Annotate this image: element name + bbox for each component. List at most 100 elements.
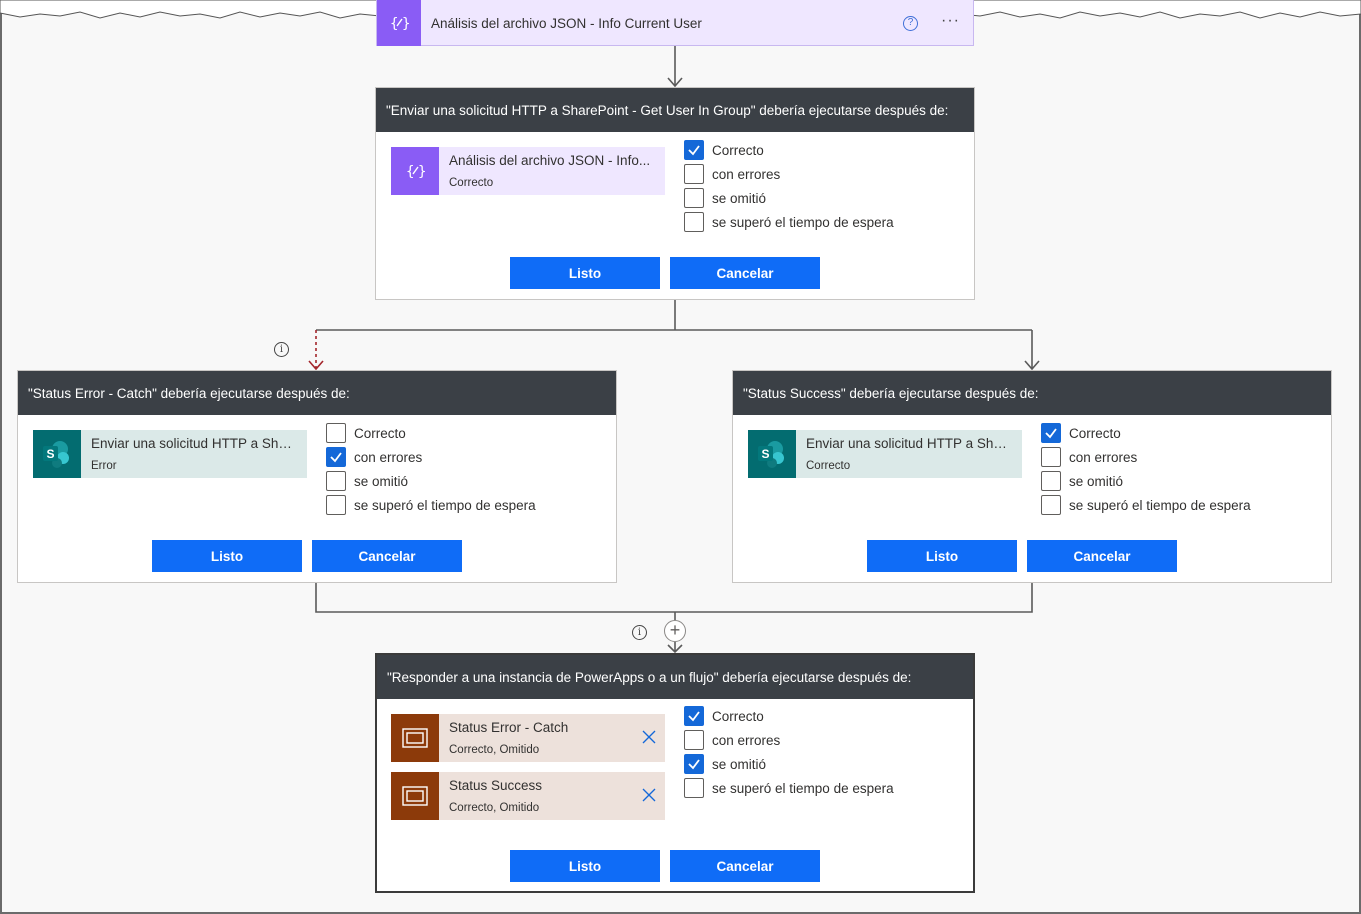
checkbox-checked[interactable]: [684, 140, 704, 160]
action-name: Status Error - Catch: [449, 720, 569, 735]
action-status: Correcto: [449, 177, 494, 189]
checkbox[interactable]: [684, 164, 704, 184]
checkbox-checked[interactable]: [326, 447, 346, 467]
checkbox[interactable]: [684, 212, 704, 232]
option-correcto[interactable]: Correcto: [684, 138, 894, 162]
run-after-card-status-success: "Status Success" debería ejecutarse desp…: [732, 370, 1332, 583]
svg-text:{: {: [390, 16, 398, 32]
done-button[interactable]: Listo: [867, 540, 1017, 572]
checkbox[interactable]: [684, 778, 704, 798]
action-status: Correcto: [806, 460, 851, 472]
option-label: se omitió: [354, 473, 409, 489]
action-name: Enviar una solicitud HTTP a Sha...: [806, 436, 1012, 451]
more-options-icon[interactable]: ···: [941, 12, 960, 30]
action-status: Correcto, Omitido: [449, 744, 540, 756]
sharepoint-icon: S: [33, 430, 81, 478]
option-tiempo-espera[interactable]: se superó el tiempo de espera: [684, 210, 894, 234]
option-label: con errores: [1069, 449, 1138, 465]
run-after-card-get-user-in-group: "Enviar una solicitud HTTP a SharePoint …: [375, 87, 975, 300]
checkbox[interactable]: [1041, 447, 1061, 467]
option-se-omitio[interactable]: se omitió: [684, 752, 894, 776]
checkbox-checked[interactable]: [1041, 423, 1061, 443]
json-parse-action-card[interactable]: {} Análisis del archivo JSON - Info Curr…: [376, 0, 974, 46]
cancel-button[interactable]: Cancelar: [670, 257, 820, 289]
close-icon[interactable]: [641, 787, 657, 803]
checkbox[interactable]: [1041, 471, 1061, 491]
add-step-icon[interactable]: +: [664, 620, 686, 642]
action-status: Correcto, Omitido: [449, 802, 540, 814]
cancel-button[interactable]: Cancelar: [1027, 540, 1177, 572]
option-se-omitio[interactable]: se omitió: [1041, 469, 1251, 493]
run-after-options: Correcto con errores se omitió se superó…: [326, 421, 536, 517]
option-label: se omitió: [712, 756, 767, 772]
option-label: con errores: [712, 732, 781, 748]
checkbox[interactable]: [326, 495, 346, 515]
option-label: se superó el tiempo de espera: [712, 780, 894, 796]
option-label: se superó el tiempo de espera: [354, 497, 536, 513]
card-header: "Enviar una solicitud HTTP a SharePoint …: [376, 88, 974, 132]
cancel-button[interactable]: Cancelar: [312, 540, 462, 572]
json-parse-icon: {}: [391, 147, 439, 195]
run-after-options: Correcto con errores se omitió se superó…: [684, 704, 894, 800]
action-name: Enviar una solicitud HTTP a Sha...: [91, 436, 297, 451]
option-tiempo-espera[interactable]: se superó el tiempo de espera: [684, 776, 894, 800]
help-icon[interactable]: ?: [903, 16, 918, 31]
option-correcto[interactable]: Correcto: [1041, 421, 1251, 445]
svg-text:}: }: [402, 16, 410, 32]
cancel-button[interactable]: Cancelar: [670, 850, 820, 882]
checkbox-checked[interactable]: [684, 706, 704, 726]
run-after-options: Correcto con errores se omitió se superó…: [1041, 421, 1251, 517]
option-con-errores[interactable]: con errores: [684, 728, 894, 752]
run-after-card-status-error-catch: "Status Error - Catch" debería ejecutars…: [17, 370, 617, 583]
done-button[interactable]: Listo: [510, 257, 660, 289]
option-label: se omitió: [712, 190, 767, 206]
option-label: se superó el tiempo de espera: [712, 214, 894, 230]
action-name: Análisis del archivo JSON - Info...: [449, 153, 651, 168]
action-status: Error: [91, 460, 117, 472]
checkbox[interactable]: [684, 188, 704, 208]
info-icon[interactable]: i: [632, 625, 647, 640]
done-button[interactable]: Listo: [152, 540, 302, 572]
svg-text:S: S: [762, 447, 770, 461]
predecessor-action: Status Success Correcto, Omitido: [391, 772, 665, 820]
predecessor-action: S Enviar una solicitud HTTP a Sha... Err…: [33, 430, 307, 478]
predecessor-action: {} Análisis del archivo JSON - Info... C…: [391, 147, 665, 195]
run-after-options: Correcto con errores se omitió se superó…: [684, 138, 894, 234]
close-icon[interactable]: [641, 729, 657, 745]
run-after-card-respond-powerapps: "Responder a una instancia de PowerApps …: [375, 653, 975, 893]
json-parse-icon: {}: [377, 0, 421, 46]
sharepoint-icon: S: [748, 430, 796, 478]
checkbox[interactable]: [326, 471, 346, 491]
option-label: Correcto: [712, 708, 764, 724]
checkbox-checked[interactable]: [684, 754, 704, 774]
option-se-omitio[interactable]: se omitió: [326, 469, 536, 493]
checkbox[interactable]: [684, 730, 704, 750]
card-header: "Status Success" debería ejecutarse desp…: [733, 371, 1331, 415]
checkbox[interactable]: [326, 423, 346, 443]
option-correcto[interactable]: Correcto: [684, 704, 894, 728]
option-con-errores[interactable]: con errores: [684, 162, 894, 186]
option-correcto[interactable]: Correcto: [326, 421, 536, 445]
option-con-errores[interactable]: con errores: [326, 445, 536, 469]
checkbox[interactable]: [1041, 495, 1061, 515]
done-button[interactable]: Listo: [510, 850, 660, 882]
predecessor-action: S Enviar una solicitud HTTP a Sha... Cor…: [748, 430, 1022, 478]
option-se-omitio[interactable]: se omitió: [684, 186, 894, 210]
card-header: "Status Error - Catch" debería ejecutars…: [18, 371, 616, 415]
option-label: se omitió: [1069, 473, 1124, 489]
svg-text:S: S: [47, 447, 55, 461]
svg-text:{: {: [406, 164, 414, 180]
option-label: Correcto: [1069, 425, 1121, 441]
card-header: "Responder a una instancia de PowerApps …: [377, 655, 973, 699]
svg-text:}: }: [418, 164, 426, 180]
action-title: Análisis del archivo JSON - Info Current…: [431, 16, 702, 31]
info-icon[interactable]: i: [274, 342, 289, 357]
predecessor-action: Status Error - Catch Correcto, Omitido: [391, 714, 665, 762]
option-label: Correcto: [712, 142, 764, 158]
option-label: se superó el tiempo de espera: [1069, 497, 1251, 513]
option-con-errores[interactable]: con errores: [1041, 445, 1251, 469]
option-tiempo-espera[interactable]: se superó el tiempo de espera: [1041, 493, 1251, 517]
option-tiempo-espera[interactable]: se superó el tiempo de espera: [326, 493, 536, 517]
action-name: Status Success: [449, 778, 543, 793]
option-label: Correcto: [354, 425, 406, 441]
